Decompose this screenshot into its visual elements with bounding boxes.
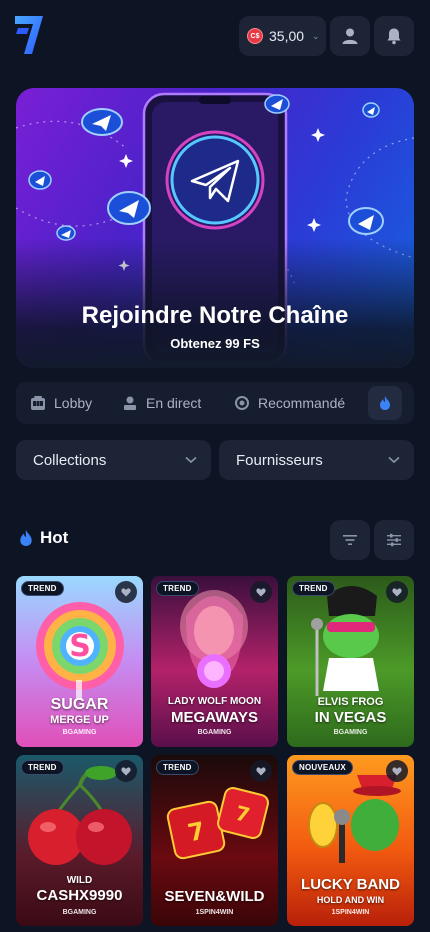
game-badge: TREND bbox=[292, 581, 335, 596]
game-card[interactable]: TREND ELVIS FROG IN VEGAS BGAMING bbox=[287, 576, 414, 747]
chevron-down-icon bbox=[185, 456, 197, 464]
top-header: C$ 35,00 ⌄ bbox=[0, 0, 430, 72]
svg-text:S: S bbox=[69, 629, 91, 664]
game-title-line2: MEGAWAYS bbox=[171, 709, 258, 726]
heart-icon bbox=[392, 587, 402, 596]
chevron-down-icon bbox=[388, 456, 400, 464]
game-provider: BGAMING bbox=[333, 729, 368, 736]
game-title-line1: ELVIS FROG bbox=[317, 696, 384, 708]
profile-button[interactable] bbox=[330, 16, 370, 56]
game-provider: 1SPIN4WIN bbox=[331, 909, 370, 916]
sort-button[interactable] bbox=[330, 520, 370, 560]
game-card[interactable]: NOUVEAUX LUCKY BAND HOLD AND WIN 1SPIN4W… bbox=[287, 755, 414, 926]
game-card[interactable]: TREND LADY WOLF MOON MEGAWAYS BGAMING bbox=[151, 576, 278, 747]
game-provider: 1SPIN4WIN bbox=[195, 909, 234, 916]
providers-label: Fournisseurs bbox=[236, 451, 323, 469]
heart-icon bbox=[121, 766, 131, 775]
section-title-text: Hot bbox=[40, 528, 69, 547]
game-title-line2: MERGE UP bbox=[50, 714, 109, 726]
medal-icon bbox=[235, 396, 249, 410]
balance-selector[interactable]: C$ 35,00 ⌄ bbox=[239, 16, 326, 56]
game-title-line1: LUCKY BAND bbox=[301, 876, 400, 893]
game-card[interactable]: 7 7 TREND SEVEN&WILD 1SPIN4WIN bbox=[151, 755, 278, 926]
bell-icon bbox=[387, 28, 401, 45]
category-tabs: Lobby En direct Recommandé bbox=[16, 382, 414, 424]
game-title-line1: WILD bbox=[66, 875, 93, 886]
tab-recommended[interactable]: Recommandé bbox=[234, 382, 345, 424]
game-title-line1: SUGAR bbox=[50, 696, 109, 713]
game-badge: TREND bbox=[21, 760, 64, 775]
game-card[interactable]: S TREND SUGAR MERGE UP BGAMING bbox=[16, 576, 143, 747]
game-badge: TREND bbox=[21, 581, 64, 596]
favorite-button[interactable] bbox=[386, 581, 408, 603]
game-title-line2: IN VEGAS bbox=[314, 709, 387, 726]
heart-icon bbox=[392, 766, 402, 775]
game-title-line2: HOLD AND WIN bbox=[316, 895, 385, 905]
tab-hot[interactable] bbox=[368, 386, 402, 420]
balance-amount: 35,00 bbox=[269, 28, 305, 44]
flame-icon bbox=[380, 396, 390, 410]
tab-live[interactable]: En direct bbox=[122, 382, 201, 424]
chevron-down-icon: ⌄ bbox=[312, 30, 320, 41]
game-badge: NOUVEAUX bbox=[292, 760, 353, 775]
tab-lobby[interactable]: Lobby bbox=[30, 382, 92, 424]
game-badge: TREND bbox=[156, 760, 199, 775]
favorite-button[interactable] bbox=[115, 581, 137, 603]
dealer-icon bbox=[124, 396, 136, 410]
heart-icon bbox=[121, 587, 131, 596]
collections-label: Collections bbox=[33, 451, 107, 469]
heart-icon bbox=[256, 766, 266, 775]
section-title: Hot bbox=[18, 528, 68, 548]
flame-icon bbox=[20, 530, 32, 546]
tab-lobby-label: Lobby bbox=[54, 395, 93, 411]
user-icon bbox=[342, 28, 358, 44]
providers-dropdown[interactable]: Fournisseurs bbox=[219, 440, 414, 480]
currency-coin-icon: C$ bbox=[247, 28, 263, 44]
promo-banner[interactable]: Rejoindre Notre Chaîne Obtenez 99 FS bbox=[16, 88, 414, 368]
game-card[interactable]: TREND WILD CASHX9990 BGAMING bbox=[16, 755, 143, 926]
favorite-button[interactable] bbox=[250, 760, 272, 782]
sort-icon bbox=[343, 535, 357, 545]
banner-subtitle: Obtenez 99 FS bbox=[170, 336, 260, 351]
game-provider: BGAMING bbox=[62, 909, 97, 916]
favorite-button[interactable] bbox=[386, 760, 408, 782]
tab-live-label: En direct bbox=[146, 395, 202, 411]
favorite-button[interactable] bbox=[115, 760, 137, 782]
favorite-button[interactable] bbox=[250, 581, 272, 603]
game-provider: BGAMING bbox=[62, 729, 97, 736]
sliders-icon bbox=[387, 533, 401, 547]
game-provider: BGAMING bbox=[197, 729, 232, 736]
heart-icon bbox=[256, 587, 266, 596]
banner-title: Rejoindre Notre Chaîne bbox=[81, 302, 349, 329]
tab-recommended-label: Recommandé bbox=[258, 395, 346, 411]
slot-machine-icon bbox=[31, 396, 45, 410]
brand-logo[interactable] bbox=[14, 14, 44, 56]
collections-dropdown[interactable]: Collections bbox=[16, 440, 211, 480]
game-badge: TREND bbox=[156, 581, 199, 596]
notifications-button[interactable] bbox=[374, 16, 414, 56]
game-title-line2: CASHX9990 bbox=[36, 887, 123, 904]
game-title-line1: LADY WOLF MOON bbox=[167, 696, 262, 707]
game-title-line2: SEVEN&WILD bbox=[164, 888, 265, 905]
filter-button[interactable] bbox=[374, 520, 414, 560]
